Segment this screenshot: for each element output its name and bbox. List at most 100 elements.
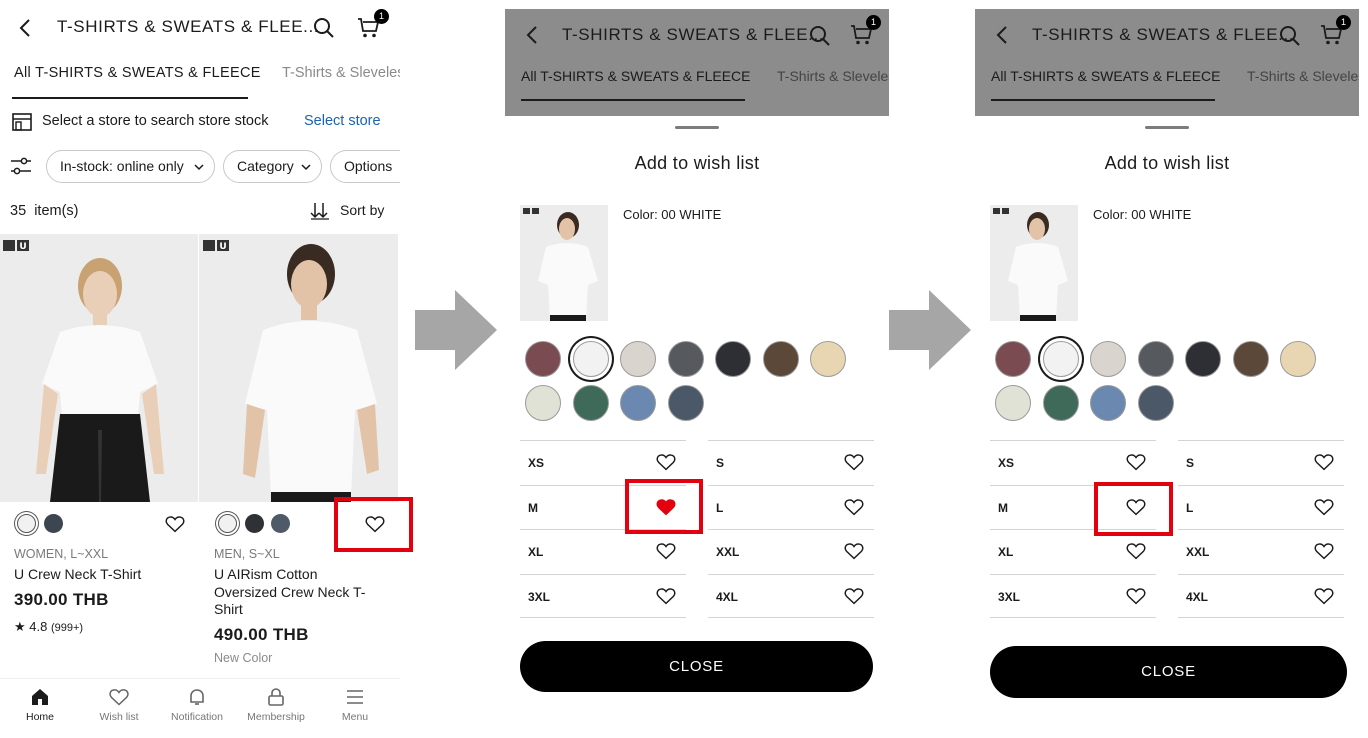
color-swatch[interactable] xyxy=(667,341,704,377)
back-icon[interactable] xyxy=(18,18,34,38)
heart-outline-icon[interactable] xyxy=(1126,542,1146,560)
color-swatch[interactable] xyxy=(1280,341,1316,377)
color-swatch-blue[interactable] xyxy=(271,514,290,533)
color-swatch[interactable] xyxy=(667,385,704,421)
tab-all-tshirts: All T-SHIRTS & SWEATS & FLEECE xyxy=(991,68,1221,84)
uniqlo-u-logo xyxy=(993,208,1009,214)
color-swatch[interactable] xyxy=(1042,341,1079,377)
product-name[interactable]: U AIRism Cotton Oversized Crew Neck T-Sh… xyxy=(214,566,384,619)
result-count: 35 item(s) xyxy=(10,203,79,219)
color-swatch[interactable] xyxy=(1042,385,1079,421)
heart-outline-icon[interactable] xyxy=(844,498,864,516)
heart-outline-icon[interactable] xyxy=(844,542,864,560)
color-swatch-navy[interactable] xyxy=(44,514,63,533)
size-row-xl[interactable]: XL xyxy=(520,529,686,573)
size-row-xs[interactable]: XS xyxy=(990,440,1156,484)
color-swatch-white[interactable] xyxy=(218,514,237,533)
color-swatch[interactable] xyxy=(1232,341,1269,377)
size-row-l[interactable]: L xyxy=(708,484,874,529)
close-button[interactable]: CLOSE xyxy=(520,641,873,692)
heart-outline-icon[interactable] xyxy=(656,453,676,471)
search-icon[interactable] xyxy=(313,17,335,39)
close-button[interactable]: CLOSE xyxy=(990,646,1347,698)
heart-outline-icon[interactable] xyxy=(844,453,864,471)
sort-down-icon[interactable] xyxy=(310,202,330,220)
rating-value: 4.8 xyxy=(29,619,48,634)
size-label: 3XL xyxy=(998,589,1021,604)
search-icon xyxy=(1279,25,1301,47)
product-image-men-tshirt[interactable]: U xyxy=(199,234,398,502)
color-swatch[interactable] xyxy=(525,385,561,421)
heart-outline-icon[interactable] xyxy=(1314,498,1334,516)
heart-outline-icon[interactable] xyxy=(1314,587,1334,605)
color-swatch[interactable] xyxy=(572,341,609,377)
product-name[interactable]: U Crew Neck T-Shirt xyxy=(14,566,194,584)
filter-chip-label: Category xyxy=(237,158,294,174)
size-row-s[interactable]: S xyxy=(708,440,874,484)
tab-all-tshirts[interactable]: All T-SHIRTS & SWEATS & FLEECE xyxy=(14,65,261,81)
size-row-xxl[interactable]: XXL xyxy=(708,529,874,573)
nav-menu[interactable]: Menu xyxy=(316,687,394,723)
size-label: S xyxy=(716,456,725,470)
filter-chip-category[interactable]: Category xyxy=(223,150,322,183)
size-row-4xl[interactable]: 4XL xyxy=(1178,573,1344,618)
bell-icon xyxy=(187,687,207,707)
store-icon xyxy=(12,113,32,131)
sheet-title: Add to wish list xyxy=(1104,153,1230,173)
heart-outline-icon[interactable] xyxy=(656,542,676,560)
color-swatch[interactable] xyxy=(810,341,846,377)
product-price: 490.00 THB xyxy=(214,625,309,644)
cart-count-badge: 1 xyxy=(1336,15,1351,30)
wishlist-heart-icon[interactable] xyxy=(165,515,185,533)
sheet-drag-handle[interactable] xyxy=(675,126,719,129)
heart-outline-icon[interactable] xyxy=(1126,587,1146,605)
product-rating: ★ 4.8 (999+) xyxy=(14,619,83,635)
color-swatch[interactable] xyxy=(620,385,656,421)
size-row-4xl[interactable]: 4XL xyxy=(708,573,874,618)
color-swatch-white[interactable] xyxy=(17,514,36,533)
size-label: XXL xyxy=(1186,545,1210,559)
size-row-s[interactable]: S xyxy=(1178,440,1344,484)
color-swatch[interactable] xyxy=(1137,385,1174,421)
color-swatch[interactable] xyxy=(620,341,656,377)
color-swatch[interactable] xyxy=(1137,341,1174,377)
page-title: T-SHIRTS & SWEATS & FLEE... xyxy=(1032,25,1295,44)
heart-outline-icon[interactable] xyxy=(656,587,676,605)
color-swatch[interactable] xyxy=(715,341,751,377)
select-store-link[interactable]: Select store xyxy=(304,113,381,129)
heart-outline-icon[interactable] xyxy=(1126,453,1146,471)
tab-tshirts-sleeveless[interactable]: T-Shirts & Sleveless xyxy=(282,65,400,81)
filter-chip-label: In-stock: online only xyxy=(60,158,184,174)
tab-tshirts-sleeveless: T-Shirts & Sleveless xyxy=(1247,68,1359,84)
color-swatch[interactable] xyxy=(1090,385,1126,421)
nav-notification[interactable]: Notification xyxy=(158,687,236,723)
sheet-drag-handle[interactable] xyxy=(1145,126,1189,129)
size-row-3xl[interactable]: 3XL xyxy=(520,573,686,618)
size-row-xxl[interactable]: XXL xyxy=(1178,529,1344,573)
heart-outline-icon[interactable] xyxy=(1314,453,1334,471)
product-image-women-tshirt[interactable]: U xyxy=(0,234,198,502)
color-swatch[interactable] xyxy=(762,341,799,377)
color-swatch[interactable] xyxy=(572,385,609,421)
color-swatch[interactable] xyxy=(1090,341,1126,377)
color-swatch[interactable] xyxy=(525,341,561,377)
result-count-unit: item(s) xyxy=(34,203,79,219)
highlight-box-heart xyxy=(334,497,413,552)
nav-home[interactable]: Home xyxy=(1,687,79,723)
color-swatch[interactable] xyxy=(995,385,1031,421)
size-row-l[interactable]: L xyxy=(1178,484,1344,529)
color-swatch[interactable] xyxy=(1185,341,1221,377)
heart-outline-icon[interactable] xyxy=(1314,542,1334,560)
nav-membership[interactable]: Membership xyxy=(237,687,315,723)
filter-chip-instock[interactable]: In-stock: online only xyxy=(46,150,215,183)
nav-wishlist[interactable]: Wish list xyxy=(80,687,158,723)
size-row-xs[interactable]: XS xyxy=(520,440,686,484)
filter-chip-options[interactable]: Options xyxy=(330,150,400,183)
sort-by-button[interactable]: Sort by xyxy=(340,202,384,218)
search-icon xyxy=(809,25,831,47)
color-swatch-black[interactable] xyxy=(245,514,264,533)
heart-outline-icon[interactable] xyxy=(844,587,864,605)
size-row-3xl[interactable]: 3XL xyxy=(990,573,1156,618)
color-swatch[interactable] xyxy=(995,341,1031,377)
filter-sliders-icon[interactable] xyxy=(10,157,32,175)
